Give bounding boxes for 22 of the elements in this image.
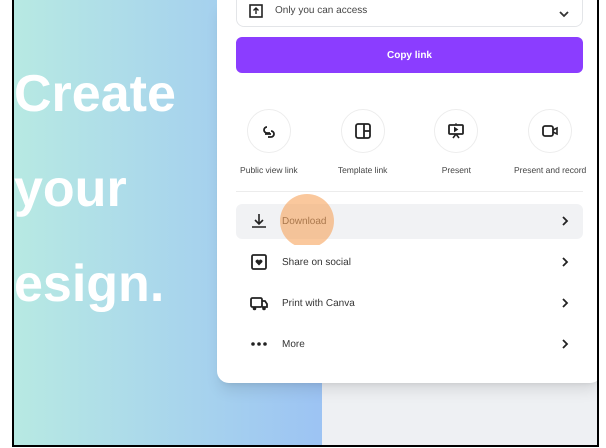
chevron-right-icon bbox=[561, 338, 569, 350]
design-heading-line: esign. bbox=[14, 254, 164, 315]
share-option-label: Template link bbox=[338, 164, 388, 177]
share-option-label: Present bbox=[442, 164, 472, 177]
access-value: Only you can access bbox=[275, 4, 368, 18]
download-icon bbox=[250, 212, 268, 230]
share-option-label: Present and record bbox=[514, 164, 586, 177]
access-dropdown[interactable]: Only you can access bbox=[236, 0, 583, 27]
chevron-right-icon bbox=[561, 215, 569, 228]
truck-icon bbox=[250, 294, 268, 312]
presentation-icon bbox=[446, 121, 466, 141]
chevron-right-icon bbox=[561, 256, 569, 268]
design-heading-line: Create bbox=[14, 64, 176, 125]
copy-link-button[interactable]: Copy link bbox=[236, 37, 583, 73]
heart-frame-icon bbox=[250, 253, 268, 272]
upload-icon bbox=[249, 4, 263, 18]
share-option-label: Public view link bbox=[240, 164, 298, 177]
split-panel-icon bbox=[352, 121, 373, 141]
design-heading-line: your bbox=[14, 159, 127, 220]
chevron-right-icon bbox=[561, 297, 569, 310]
dropdown-caret-icon bbox=[558, 10, 570, 18]
more-dots-icon bbox=[251, 342, 267, 346]
